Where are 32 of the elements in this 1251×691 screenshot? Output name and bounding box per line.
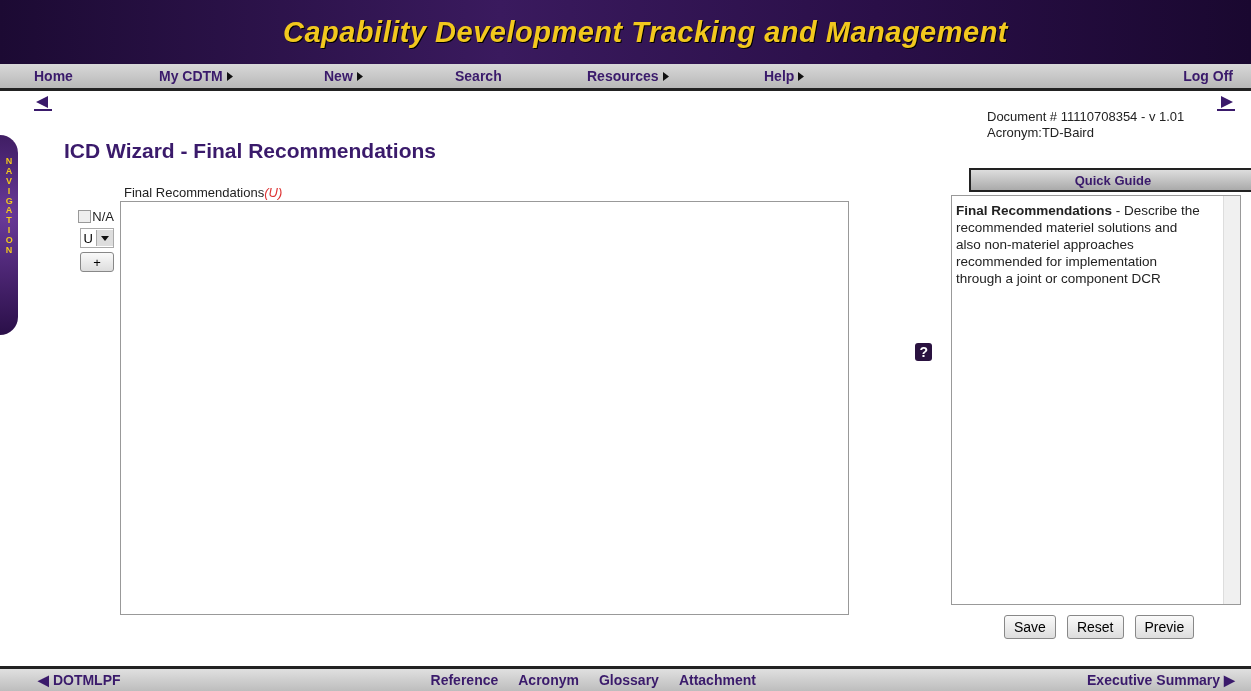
action-button[interactable]: Save — [1004, 615, 1056, 639]
menu-item[interactable]: Search — [455, 68, 587, 84]
app-title: Capability Development Tracking and Management — [282, 15, 1009, 49]
next-link[interactable]: Executive Summary ▶ — [1087, 672, 1235, 688]
document-number: Document # 11110708354 - v 1.01 — [987, 109, 1186, 125]
action-button[interactable]: Previe — [1134, 615, 1195, 639]
scrollbar[interactable] — [1223, 196, 1240, 604]
na-checkbox[interactable]: N/A — [78, 209, 114, 224]
forward-arrow-icon[interactable] — [1217, 95, 1235, 111]
field-label: Final Recommendations(U) — [124, 185, 284, 200]
quick-guide-header: Quick Guide — [969, 168, 1251, 192]
navigation-tab[interactable]: NAVIGATION — [0, 135, 18, 335]
page-title: ICD Wizard - Final Recommendations — [64, 139, 438, 163]
guide-text: Final Recommendations - Describe the recommended materiel solutions and also non-materiel approaches recommended for implementation through a joint or component DCR — [955, 202, 1201, 288]
action-button[interactable]: Reset — [1066, 615, 1124, 639]
add-button[interactable]: + — [80, 252, 114, 272]
log-off-link[interactable]: Log Off — [1183, 68, 1233, 84]
menu-item[interactable]: Home — [34, 68, 159, 84]
footer-link[interactable]: Glossary — [598, 672, 659, 688]
footer-link[interactable]: Acronym — [518, 672, 579, 688]
dropdown-caret-icon — [101, 235, 109, 241]
menu-item[interactable]: New — [324, 68, 455, 84]
classification-select[interactable]: U — [79, 228, 114, 248]
footer-link[interactable]: Reference — [430, 672, 499, 688]
menu-item[interactable]: Help — [764, 68, 884, 84]
document-acronym: Acronym:TD-Baird — [987, 125, 1095, 141]
menu-item[interactable]: Resources — [587, 68, 764, 84]
previous-link[interactable]: ◀ DOTMLPF — [38, 672, 121, 688]
back-arrow-icon[interactable] — [34, 95, 52, 111]
menu-item[interactable]: My CDTM — [159, 68, 324, 84]
help-icon[interactable]: ? — [915, 343, 933, 361]
footer-link[interactable]: Attachment — [678, 672, 756, 688]
